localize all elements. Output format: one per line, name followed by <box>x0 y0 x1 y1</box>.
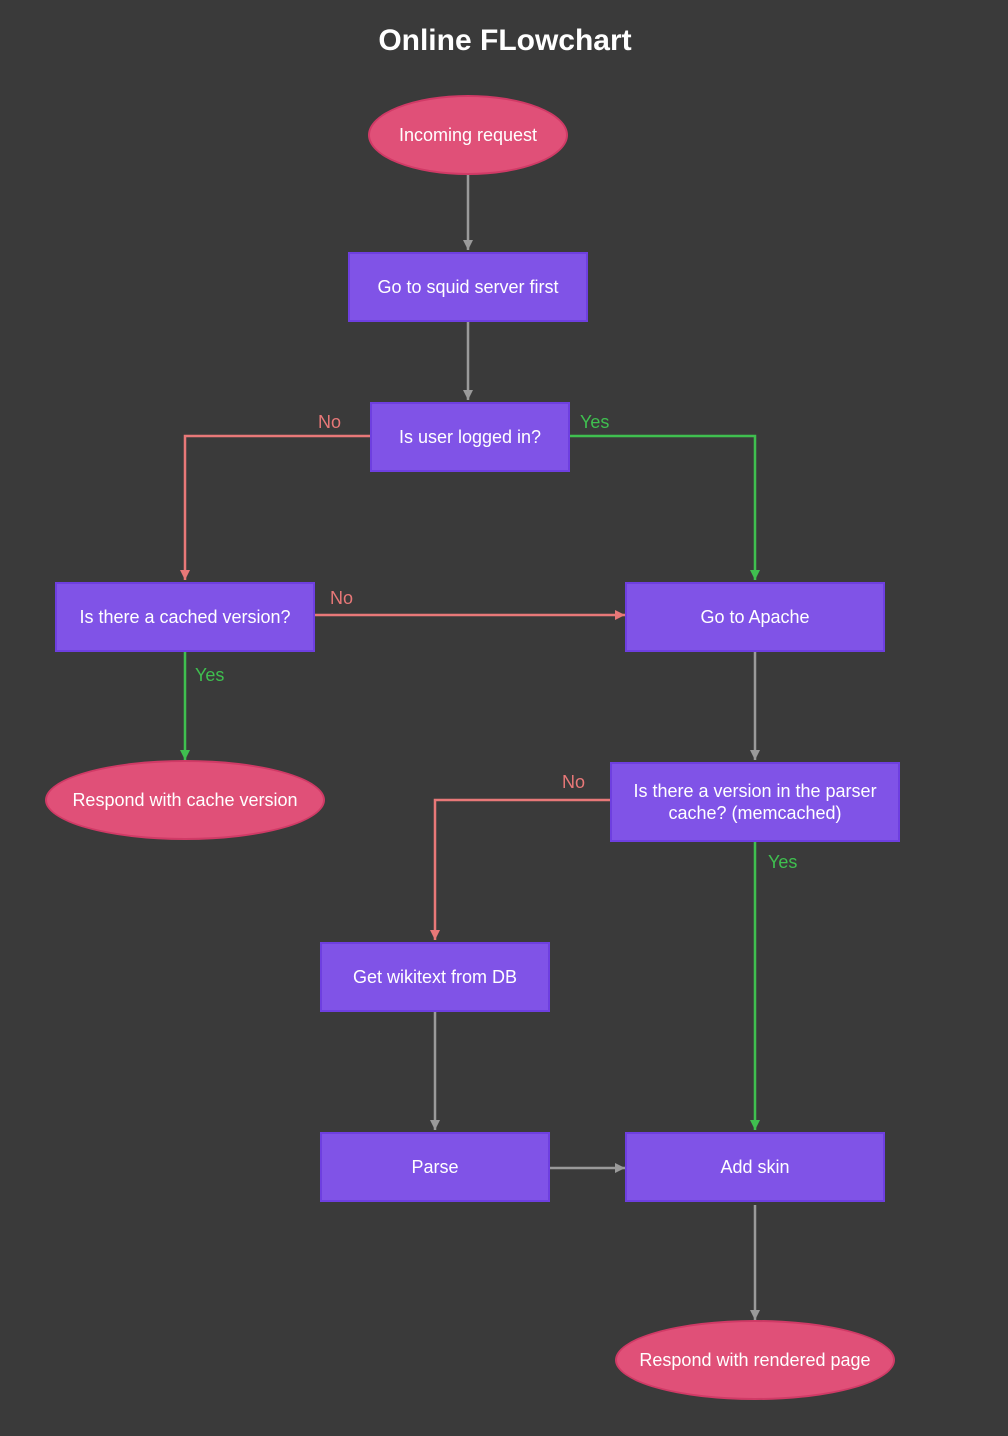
node-squid: Go to squid server first <box>348 252 588 322</box>
label-parsercache-no: No <box>562 772 585 793</box>
node-start: Incoming request <box>368 95 568 175</box>
label-cached-yes: Yes <box>195 665 224 686</box>
label-logged-yes: Yes <box>580 412 609 433</box>
node-add-skin: Add skin <box>625 1132 885 1202</box>
node-parse: Parse <box>320 1132 550 1202</box>
edge-logged-no-to-cached <box>185 436 370 580</box>
node-logged: Is user logged in? <box>370 402 570 472</box>
label-parsercache-yes: Yes <box>768 852 797 873</box>
edge-parsercache-no-to-getwikitext <box>435 800 610 940</box>
node-respond-page: Respond with rendered page <box>615 1320 895 1400</box>
diagram-title: Online FLowchart <box>370 24 640 58</box>
node-parser-cache: Is there a version in the parser cache? … <box>610 762 900 842</box>
edge-logged-yes-to-apache <box>570 436 755 580</box>
node-cached: Is there a cached version? <box>55 582 315 652</box>
edges-layer <box>0 0 1008 1436</box>
node-get-wikitext: Get wikitext from DB <box>320 942 550 1012</box>
label-cached-no: No <box>330 588 353 609</box>
flowchart-canvas: Online FLowchart <box>0 0 1008 1436</box>
label-logged-no: No <box>318 412 341 433</box>
node-respond-cache: Respond with cache version <box>45 760 325 840</box>
node-apache: Go to Apache <box>625 582 885 652</box>
